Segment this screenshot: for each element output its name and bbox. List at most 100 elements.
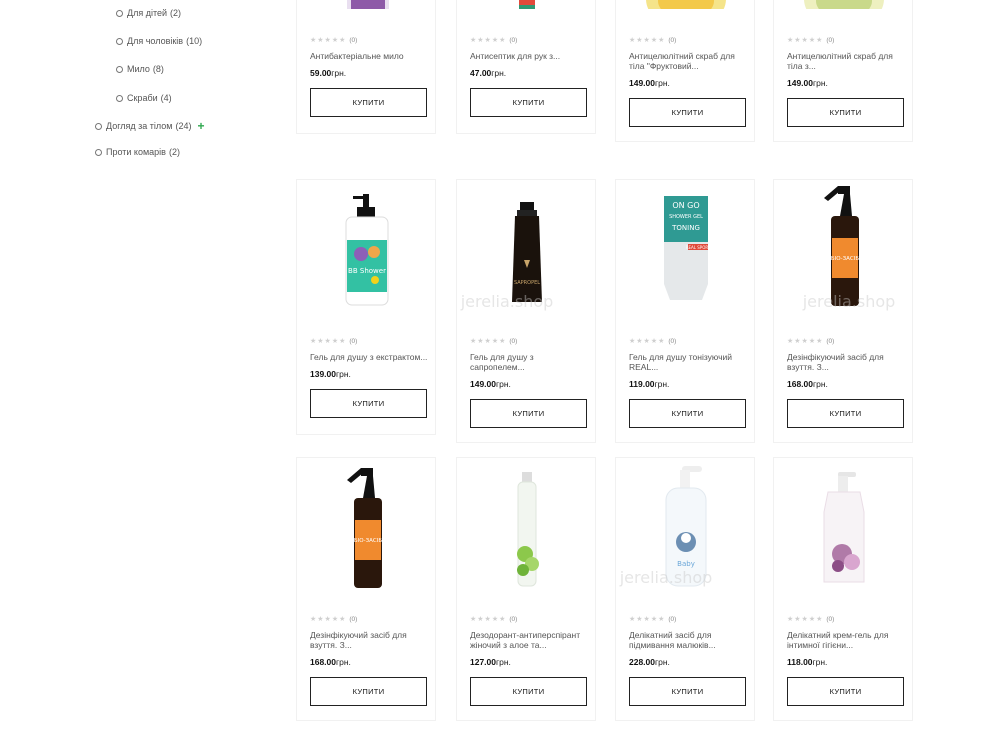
product-price: 168.00грн. (787, 379, 828, 389)
product-image[interactable] (794, 458, 894, 588)
product-image[interactable] (477, 0, 577, 9)
product-card[interactable]: ★★★★★ (0) Антицелюлітний скраб для тіла з… (773, 0, 913, 142)
product-name[interactable]: Делікатний крем-гель для інтимної гігієн… (787, 630, 907, 650)
watermark: jerelia.shop (802, 292, 896, 311)
product-name[interactable]: Гель для душу з екстрактом... (310, 352, 430, 362)
product-name[interactable]: Дезінфікуючий засіб для взуття. З... (787, 352, 907, 372)
price-currency: грн. (812, 657, 828, 667)
buy-button[interactable]: КУПИТИ (310, 389, 427, 418)
product-name[interactable]: Антицелюлітний скраб для тіла з... (787, 51, 907, 71)
radio-icon[interactable] (116, 65, 123, 73)
buy-button[interactable]: КУПИТИ (470, 399, 587, 428)
star-icons: ★★★★★ (310, 616, 347, 623)
product-image[interactable]: SAPROPEL (477, 180, 577, 310)
star-icons: ★★★★★ (629, 338, 666, 345)
star-icons: ★★★★★ (787, 37, 824, 44)
product-card[interactable]: Baby jerelia.shop ★★★★★ (0) Делікатний за… (615, 457, 755, 721)
filter-option-scrubs[interactable]: Скраби (4) (116, 93, 172, 103)
product-card[interactable]: ON GO SHOWER GEL TONING REAL SPORT ★★★★★… (615, 179, 755, 443)
rating-count: (0) (349, 615, 358, 623)
product-label-text: TONING (671, 224, 700, 232)
rating-count: (0) (668, 615, 677, 623)
radio-icon[interactable] (116, 37, 123, 45)
product-name[interactable]: Антибактеріальне мило (310, 51, 430, 61)
radio-icon[interactable] (95, 148, 102, 156)
buy-button[interactable]: КУПИТИ (470, 88, 587, 117)
product-image[interactable] (794, 0, 894, 9)
rating-count: (0) (826, 337, 835, 345)
star-icons: ★★★★★ (787, 616, 824, 623)
filter-option-mosquito[interactable]: Проти комарів (2) (95, 147, 180, 157)
product-label-text: БІО-ЗАСІБ (831, 256, 859, 262)
star-icons: ★★★★★ (470, 338, 507, 345)
product-card[interactable]: ★★★★★ (0) Делікатний крем-гель для інтимн… (773, 457, 913, 721)
product-card[interactable]: БІО-ЗАСІБ jerelia.shop ★★★★★ (0) Дезінфік… (773, 179, 913, 443)
price-value: 149.00 (629, 78, 655, 88)
product-card[interactable]: ★★★★★ (0) Антицелюлітний скраб для тіла "… (615, 0, 755, 142)
product-name[interactable]: Антицелюлітний скраб для тіла "Фруктовий… (629, 51, 749, 71)
price-value: 118.00 (787, 657, 813, 667)
product-price: 149.00грн. (787, 78, 828, 88)
product-image[interactable]: BB Shower (317, 180, 417, 310)
product-image[interactable] (636, 0, 736, 9)
product-price: 149.00грн. (629, 78, 670, 88)
buy-button[interactable]: КУПИТИ (787, 98, 904, 127)
product-image[interactable]: БІО-ЗАСІБ (317, 458, 417, 588)
product-name[interactable]: Делікатний засіб для підмивання малюків.… (629, 630, 749, 650)
price-value: 139.00 (310, 369, 336, 379)
rating-stars: ★★★★★ (0) (310, 36, 357, 45)
star-icons: ★★★★★ (310, 37, 347, 44)
price-currency: грн. (331, 68, 347, 78)
product-image[interactable]: 2in1 (317, 0, 417, 9)
product-card[interactable]: 2in1 ★★★★★(0) Антибактеріальне мило 59.0… (296, 0, 436, 134)
buy-button[interactable]: КУПИТИ (310, 677, 427, 706)
rating-stars: ★★★★★ (0) (310, 615, 358, 624)
product-image[interactable]: БІО-ЗАСІБ (794, 180, 894, 310)
product-card[interactable]: BB Shower ★★★★★ (0) Гель для душу з екстр… (296, 179, 436, 435)
rating-stars: ★★★★★ (0) (787, 337, 835, 346)
rating-count: (0) (668, 36, 677, 44)
price-currency: грн. (496, 379, 511, 389)
buy-button[interactable]: КУПИТИ (787, 399, 904, 428)
radio-icon[interactable] (116, 9, 123, 17)
product-card[interactable]: SAPROPEL jerelia.shop ★★★★★ (0) Гель для … (456, 179, 596, 443)
rating-stars: ★★★★★ (0) (629, 615, 677, 624)
rating-count: (0) (826, 36, 835, 44)
product-card[interactable]: ★★★★★ (0) Дезодорант-антиперспірант жіноч… (456, 457, 596, 721)
buy-button[interactable]: КУПИТИ (629, 677, 746, 706)
filter-option-soap[interactable]: Мило (8) (116, 64, 164, 74)
product-name[interactable]: Дезінфікуючий засіб для взуття. З... (310, 630, 430, 650)
product-image[interactable] (477, 458, 577, 588)
expand-plus-icon[interactable]: + (197, 120, 204, 132)
buy-button[interactable]: КУПИТИ (629, 98, 746, 127)
radio-icon[interactable] (116, 94, 123, 102)
product-image[interactable]: ON GO SHOWER GEL TONING REAL SPORT (636, 180, 736, 310)
product-price: 59.00грн. (310, 68, 346, 78)
filter-label: Для чоловіків (127, 36, 184, 46)
filter-label: Проти комарів (106, 147, 166, 157)
price-value: 119.00 (629, 379, 655, 389)
filter-option-body-care[interactable]: Догляд за тілом (24) + (95, 120, 205, 132)
product-card[interactable]: ★★★★★ (0) Антисептик для рук з... 47.00гр… (456, 0, 596, 134)
product-card[interactable]: БІО-ЗАСІБ ★★★★★ (0) Дезінфікуючий засіб д… (296, 457, 436, 721)
product-price: 228.00грн. (629, 657, 670, 667)
buy-button[interactable]: КУПИТИ (310, 88, 427, 117)
product-name[interactable]: Дезодорант-антиперспірант жіночий з алое… (470, 630, 590, 650)
product-name[interactable]: Гель для душу тонізуючий REAL... (629, 352, 749, 372)
rating-stars: ★★★★★ (0) (470, 337, 517, 346)
product-name[interactable]: Гель для душу з сапропелем... (470, 352, 590, 372)
product-label-text: Baby (677, 560, 695, 568)
product-name[interactable]: Антисептик для рук з... (470, 51, 590, 61)
buy-button[interactable]: КУПИТИ (470, 677, 587, 706)
buy-button[interactable]: КУПИТИ (629, 399, 746, 428)
rating-stars: ★★★★★ (0) (787, 615, 834, 624)
rating-stars: ★★★★★ (0) (787, 36, 835, 45)
filter-option-men[interactable]: Для чоловіків (10) (116, 36, 202, 46)
price-currency: грн. (336, 369, 351, 379)
watermark: jerelia.shop (460, 292, 554, 311)
rating-stars: ★★★★★ (0) (310, 337, 357, 346)
price-currency: грн. (655, 78, 670, 88)
radio-icon[interactable] (95, 122, 102, 130)
buy-button[interactable]: КУПИТИ (787, 677, 904, 706)
filter-option-kids[interactable]: Для дітей (2) (116, 8, 181, 18)
